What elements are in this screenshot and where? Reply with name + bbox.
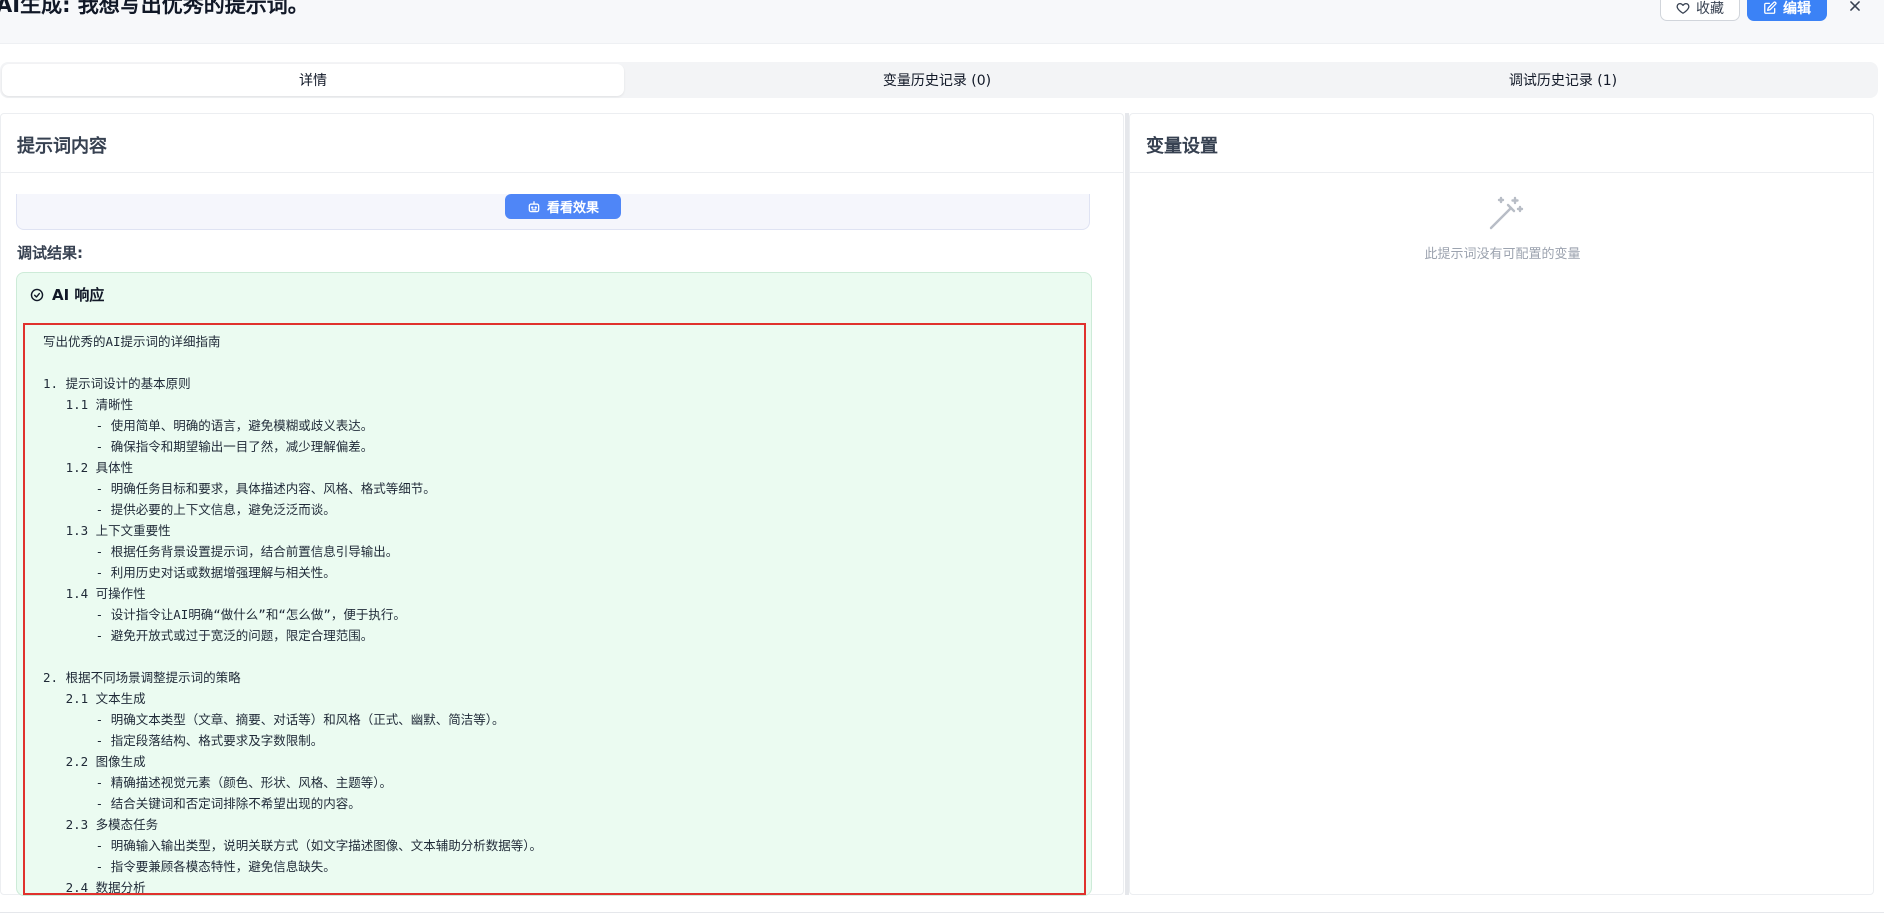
tab-bar: 详情 变量历史记录 (0) 调试历史记录 (1): [0, 62, 1878, 98]
prompt-content-panel: 提示词内容 看看效果 调试结果: AI 响应 写出优秀的AI提示词的详细指南 1…: [0, 113, 1124, 896]
preview-effect-label: 看看效果: [546, 201, 599, 216]
edit-label: 编辑: [1783, 0, 1811, 17]
dialog-title: AI生成: 我想写出优秀的提示词。: [0, 0, 309, 17]
tab-variable-history[interactable]: 变量历史记录 (0): [626, 64, 1248, 96]
variable-settings-panel: 变量设置 此提示词没有可配置的变量: [1129, 113, 1874, 895]
panel-divider: [1130, 172, 1873, 173]
edit-button[interactable]: 编辑: [1747, 0, 1827, 21]
variable-settings-title: 变量设置: [1146, 136, 1218, 157]
preview-effect-button[interactable]: 看看效果: [505, 194, 621, 219]
prompt-preview-box: 看看效果: [16, 194, 1090, 230]
check-circle-icon: [30, 288, 44, 301]
robot-icon: [528, 200, 540, 212]
ai-response-title: AI 响应: [52, 286, 105, 304]
heart-icon: [1676, 2, 1690, 14]
no-variables-message: 此提示词没有可配置的变量: [1424, 247, 1581, 262]
prompt-content-title: 提示词内容: [17, 136, 107, 157]
magic-wand-icon: [1489, 196, 1524, 230]
ai-response-header: AI 响应: [30, 284, 104, 305]
tab-debug-history[interactable]: 调试历史记录 (1): [1250, 64, 1876, 96]
close-button[interactable]: [1843, 0, 1867, 18]
footer-divider: [0, 912, 1884, 913]
close-icon: [1850, 1, 1860, 11]
favorite-label: 收藏: [1696, 0, 1724, 17]
ai-response-box: AI 响应 写出优秀的AI提示词的详细指南 1. 提示词设计的基本原则 1.1 …: [16, 272, 1092, 896]
panel-divider: [1, 172, 1123, 173]
favorite-button[interactable]: 收藏: [1660, 0, 1740, 21]
ai-response-text: 写出优秀的AI提示词的详细指南 1. 提示词设计的基本原则 1.1 清晰性 - …: [43, 334, 542, 895]
debug-result-label: 调试结果:: [17, 244, 83, 262]
edit-icon: [1764, 0, 1777, 14]
tab-details[interactable]: 详情: [2, 64, 624, 96]
ai-response-content[interactable]: 写出优秀的AI提示词的详细指南 1. 提示词设计的基本原则 1.1 清晰性 - …: [23, 323, 1086, 895]
dialog-header: AI生成: 我想写出优秀的提示词。 收藏 编辑: [0, 0, 1884, 44]
